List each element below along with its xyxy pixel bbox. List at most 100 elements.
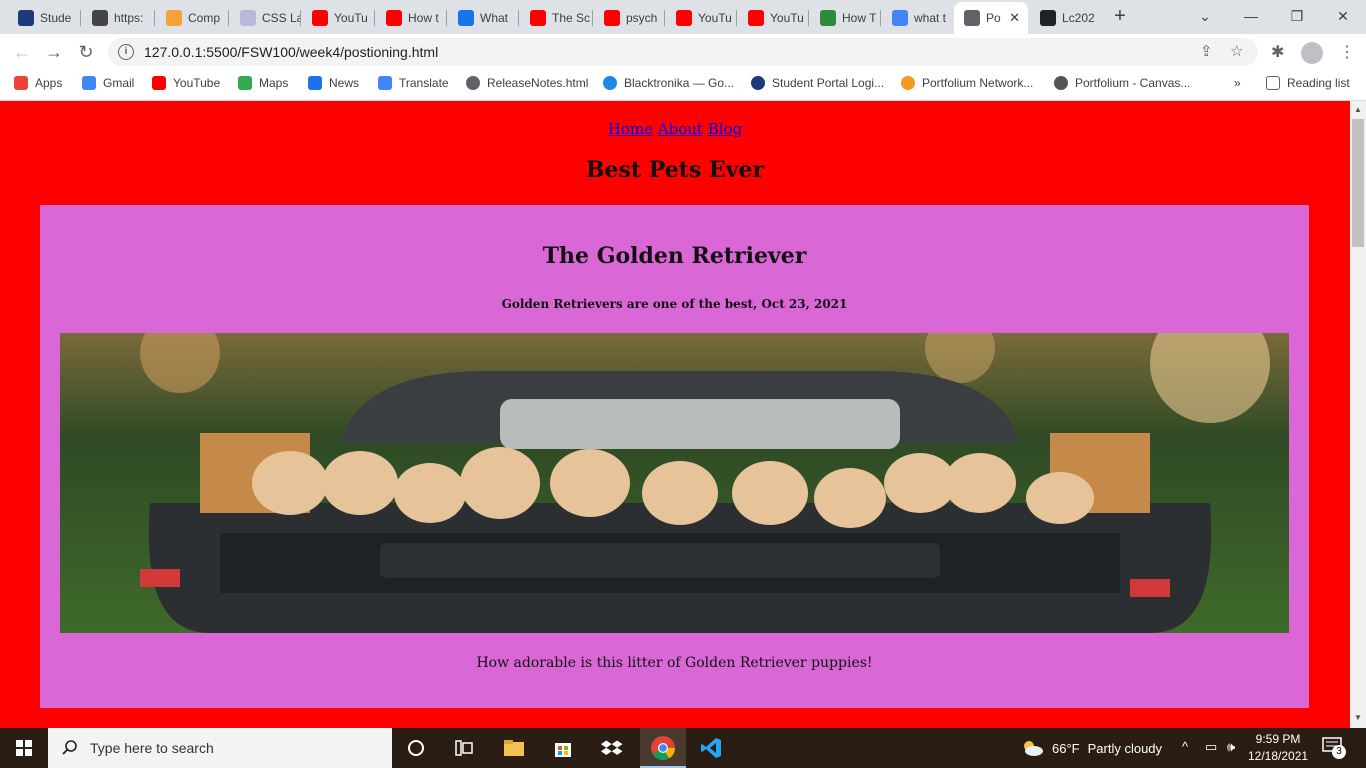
forward-icon[interactable]: → xyxy=(42,40,66,64)
nav-link-blog[interactable]: Blog xyxy=(708,120,742,138)
task-view-icon[interactable] xyxy=(452,736,476,760)
tab-7[interactable]: The Sc xyxy=(520,4,592,32)
student-portal-icon xyxy=(18,10,34,26)
bookmark-label: YouTube xyxy=(173,76,221,90)
tab-separator xyxy=(736,10,737,26)
css-icon xyxy=(240,10,256,26)
bookmark-label: Student Portal Logi... xyxy=(772,76,885,90)
chrome-taskbar-button[interactable] xyxy=(640,728,686,768)
tab-search-icon[interactable]: ⌄ xyxy=(1182,4,1228,30)
portfolium-icon xyxy=(901,76,915,90)
site-info-icon[interactable]: i xyxy=(118,44,134,60)
nav-link-about[interactable]: About xyxy=(658,120,703,138)
tab-5[interactable]: How t xyxy=(376,4,446,32)
browser-toolbar: ← → ↻ i 127.0.0.1:5500/FSW100/week4/post… xyxy=(0,34,1366,70)
nav-link-home[interactable]: Home xyxy=(608,120,653,138)
dropbox-icon[interactable] xyxy=(600,736,624,760)
tab-label: psych xyxy=(626,11,658,25)
bookmark-star-icon[interactable]: ☆ xyxy=(1230,42,1243,60)
scroll-down-icon[interactable]: ▼ xyxy=(1354,713,1362,722)
taskbar-search-box[interactable]: Type here to search xyxy=(48,728,392,768)
reload-icon[interactable]: ↻ xyxy=(74,40,98,64)
globe-icon xyxy=(466,76,480,90)
translate-icon xyxy=(378,76,392,90)
vscode-icon[interactable] xyxy=(699,736,723,760)
extensions-icon[interactable]: ✱ xyxy=(1271,42,1284,62)
address-bar[interactable]: i 127.0.0.1:5500/FSW100/week4/postioning… xyxy=(108,38,1258,66)
maps-icon xyxy=(238,76,252,90)
canvas-icon xyxy=(1054,76,1068,90)
bookmark-7[interactable]: Blacktronika — Go... xyxy=(603,76,734,90)
tab-2[interactable]: Comp xyxy=(156,4,228,32)
tab-label: The Sc xyxy=(552,11,591,25)
scroll-thumb[interactable] xyxy=(1352,119,1364,247)
scroll-up-icon[interactable]: ▲ xyxy=(1354,105,1362,114)
tab-label: Po xyxy=(986,11,1001,25)
file-explorer-icon[interactable] xyxy=(502,736,526,760)
bookmark-9[interactable]: Portfolium Network... xyxy=(901,76,1033,90)
new-tab-button[interactable]: + xyxy=(1108,5,1132,29)
page-scrollbar[interactable]: ▲ ▼ xyxy=(1350,101,1366,728)
bookmark-label: Translate xyxy=(399,76,449,90)
minimize-icon[interactable]: — xyxy=(1228,4,1274,30)
weather-condition: Partly cloudy xyxy=(1087,740,1163,756)
bookmark-6[interactable]: ReleaseNotes.html xyxy=(466,76,588,90)
tab-label: What xyxy=(480,11,509,25)
tab-label: Stude xyxy=(40,11,72,25)
battery-icon[interactable]: ▭ xyxy=(1205,739,1217,755)
tab-11[interactable]: How T xyxy=(810,4,880,32)
more-bookmarks-icon[interactable]: » xyxy=(1234,76,1241,90)
share-icon[interactable]: ⇪ xyxy=(1200,42,1213,60)
tab-13[interactable]: Po ✕ xyxy=(954,2,1028,34)
cortana-icon[interactable] xyxy=(404,736,428,760)
google-icon xyxy=(892,10,908,26)
tab-8[interactable]: psych xyxy=(594,4,664,32)
tab-14[interactable]: Lc202 xyxy=(1030,4,1100,32)
bookmark-2[interactable]: YouTube xyxy=(152,76,220,90)
tab-9[interactable]: YouTu xyxy=(666,4,736,32)
maximize-icon[interactable]: ❐ xyxy=(1274,4,1320,30)
tab-0[interactable]: Stude xyxy=(8,4,80,32)
profile-avatar[interactable] xyxy=(1301,42,1323,64)
youtube-icon xyxy=(152,76,166,90)
comp-icon xyxy=(166,10,182,26)
bookmark-label: Gmail xyxy=(103,76,135,90)
close-window-icon[interactable]: ✕ xyxy=(1320,4,1366,30)
volume-icon[interactable]: 🕪 xyxy=(1227,739,1235,755)
bookmark-1[interactable]: Gmail xyxy=(82,76,134,90)
windows-start-icon[interactable] xyxy=(0,728,48,768)
tab-3[interactable]: CSS La xyxy=(230,4,300,32)
tray-chevron-icon[interactable]: ^ xyxy=(1182,739,1188,754)
menu-dots-icon[interactable]: ⋮ xyxy=(1339,42,1355,62)
reading-list-button[interactable]: Reading list xyxy=(1266,76,1350,90)
article-card: The Golden Retriever Golden Retrievers a… xyxy=(40,205,1309,708)
bookmark-0[interactable]: Apps xyxy=(14,76,62,90)
bookmark-label: Apps xyxy=(35,76,63,90)
tab-close-icon[interactable]: ✕ xyxy=(1009,10,1020,26)
tab-separator xyxy=(592,10,593,26)
bookmark-4[interactable]: News xyxy=(308,76,359,90)
bookmark-label: Maps xyxy=(259,76,289,90)
site-nav: Home About Blog xyxy=(0,120,1350,138)
url-text[interactable]: 127.0.0.1:5500/FSW100/week4/postioning.h… xyxy=(144,44,438,60)
tab-6[interactable]: What xyxy=(448,4,518,32)
weather-widget[interactable]: 66°F Partly cloudy xyxy=(1020,739,1162,757)
tab-10[interactable]: YouTu xyxy=(738,4,808,32)
bookmark-label: Portfolium - Canvas... xyxy=(1075,76,1191,90)
bookmark-5[interactable]: Translate xyxy=(378,76,449,90)
microsoft-store-icon[interactable] xyxy=(551,736,575,760)
tab-4[interactable]: YouTu xyxy=(302,4,374,32)
tab-12[interactable]: what t xyxy=(882,4,952,32)
tab-separator xyxy=(446,10,447,26)
bookmark-3[interactable]: Maps xyxy=(238,76,288,90)
bookmark-8[interactable]: Student Portal Logi... xyxy=(751,76,884,90)
google-icon xyxy=(82,76,96,90)
bookmark-10[interactable]: Portfolium - Canvas... xyxy=(1054,76,1190,90)
tab-separator xyxy=(518,10,519,26)
tab-1[interactable]: https: xyxy=(82,4,154,32)
notification-center-icon[interactable]: 3 xyxy=(1322,737,1346,759)
tab-label: YouTu xyxy=(334,11,368,25)
system-clock[interactable]: 9:59 PM 12/18/2021 xyxy=(1248,731,1308,765)
back-icon[interactable]: ← xyxy=(10,40,34,64)
student-portal-icon xyxy=(751,76,765,90)
